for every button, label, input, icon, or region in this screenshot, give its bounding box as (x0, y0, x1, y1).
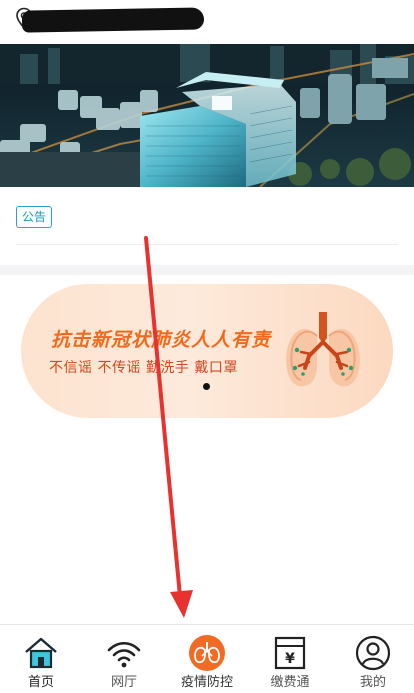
home-icon (25, 637, 57, 669)
svg-text:¥: ¥ (285, 651, 295, 667)
tab-home[interactable]: 首页 (0, 625, 82, 693)
tab-label: 我的 (359, 675, 386, 690)
divider (16, 244, 398, 245)
user-icon (355, 635, 391, 671)
banner-image (0, 44, 414, 187)
notice-badge: 公告 (16, 206, 53, 228)
top-header (0, 0, 414, 44)
lungs-icon (286, 312, 360, 387)
tab-label: 网厅 (110, 675, 137, 690)
tab-payment[interactable]: ¥ 缴费通 (249, 625, 331, 693)
hero-banner[interactable] (0, 44, 414, 187)
tab-label: 疫情防控 (180, 675, 233, 690)
location-text-redacted[interactable] (21, 7, 205, 33)
bottom-tab-bar: 首页 网厅 疫情防控 ¥ 缴费通 我的 (0, 624, 414, 693)
yen-bill-icon: ¥ (274, 636, 306, 670)
tab-mine[interactable]: 我的 (332, 625, 414, 693)
campaign-title: 抗击新冠状肺炎人人有责 (51, 329, 272, 351)
wifi-icon (107, 641, 141, 668)
tab-label: 首页 (27, 675, 54, 690)
campaign-slogan: 不信谣 不传谣 勤洗手 戴口罩 (49, 360, 238, 376)
epidemic-campaign-banner[interactable]: 抗击新冠状肺炎人人有责 不信谣 不传谣 勤洗手 戴口罩 (21, 284, 393, 418)
lungs-icon (189, 635, 225, 671)
tab-hall[interactable]: 网厅 (83, 625, 165, 693)
carousel-indicator-dot[interactable] (203, 383, 210, 390)
tab-epidemic-control[interactable]: 疫情防控 (166, 625, 248, 693)
notice-row[interactable]: 公告 (0, 187, 414, 245)
section-separator (0, 265, 414, 275)
tab-label: 缴费通 (270, 675, 310, 690)
